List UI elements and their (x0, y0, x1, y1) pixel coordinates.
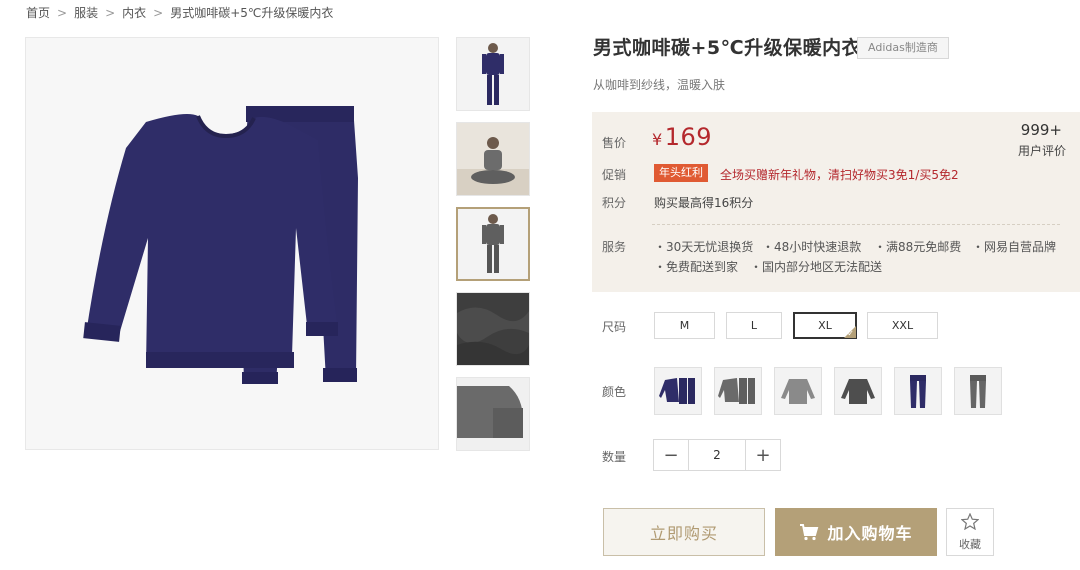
quantity-label: 数量 (602, 450, 627, 464)
price: ¥169 (652, 123, 712, 151)
price-box-divider (652, 224, 1060, 225)
breadcrumb-home[interactable]: 首页 (26, 4, 50, 21)
buy-now-button[interactable]: 立即购买 (603, 508, 765, 556)
product-subtitle: 从咖啡到纱线，温暖入肤 (593, 78, 726, 92)
favorite-label: 收藏 (959, 537, 981, 551)
model-sitting-icon (457, 123, 529, 195)
buy-now-label: 立即购买 (649, 524, 718, 543)
points-text: 购买最高得16积分 (654, 196, 754, 210)
quantity-input[interactable]: 2 (688, 440, 746, 470)
light-grey-top-icon (775, 368, 821, 414)
breadcrumb-underwear[interactable]: 内衣 (122, 4, 146, 21)
fabric-closeup-icon (457, 293, 529, 365)
size-option-l[interactable]: L (726, 312, 782, 339)
model-front-icon (457, 38, 529, 110)
chevron-right-icon: > (153, 5, 164, 20)
maker-badge[interactable]: Adidas制造商 (857, 37, 949, 59)
service-item: ・满88元免邮费 (874, 240, 962, 254)
main-product-image[interactable] (25, 37, 439, 450)
model-standing-icon (458, 209, 528, 279)
size-option-m[interactable]: M (654, 312, 715, 339)
size-option-xl[interactable]: XL ✓ (793, 312, 857, 339)
chevron-right-icon: > (57, 5, 68, 20)
breadcrumb-current: 男式咖啡碳+5℃升级保暖内衣 (170, 6, 334, 20)
navy-set-icon (655, 368, 701, 414)
review-count[interactable]: 999+ (1021, 121, 1062, 139)
service-item: ・网易自营品牌 (972, 240, 1057, 254)
currency-symbol: ¥ (652, 130, 663, 149)
color-option-navy-set[interactable] (654, 367, 702, 415)
size-option-xxl[interactable]: XXL (867, 312, 938, 339)
service-item: ・免费配送到家 (654, 260, 739, 274)
color-option-navy-pants[interactable] (894, 367, 942, 415)
star-icon (960, 512, 980, 534)
promo-text[interactable]: 全场买赠新年礼物，清扫好物买3免1/买5免2 (720, 166, 959, 183)
grey-set-icon (715, 368, 761, 414)
color-option-grey-set[interactable] (714, 367, 762, 415)
quantity-stepper: − 2 + (653, 439, 781, 471)
price-value: 169 (664, 123, 712, 151)
thumbnail-5[interactable] (456, 377, 530, 451)
navy-pants-icon (895, 368, 941, 414)
grey-pants-icon (955, 368, 1001, 414)
plus-button[interactable]: + (746, 440, 780, 470)
dark-grey-top-icon (835, 368, 881, 414)
thumbnail-2[interactable] (456, 122, 530, 196)
service-item: ・国内部分地区无法配送 (750, 260, 883, 274)
color-option-dark-grey-top[interactable] (834, 367, 882, 415)
thumbnail-1[interactable] (456, 37, 530, 111)
breadcrumb: 首页 > 服装 > 内衣 > 男式咖啡碳+5℃升级保暖内衣 (26, 4, 333, 21)
promo-tag: 年头红利 (654, 164, 708, 182)
minus-button[interactable]: − (654, 440, 688, 470)
chevron-right-icon: > (105, 5, 116, 20)
price-label: 售价 (602, 136, 627, 150)
service-label: 服务 (602, 240, 627, 254)
breadcrumb-clothing[interactable]: 服装 (74, 4, 98, 21)
size-label: 尺码 (602, 320, 627, 334)
add-to-cart-button[interactable]: 加入购物车 (775, 508, 937, 556)
review-label[interactable]: 用户评价 (1018, 142, 1066, 159)
thermal-set-illustration (83, 106, 358, 384)
shopping-cart-icon (799, 523, 819, 541)
color-option-grey-pants[interactable] (954, 367, 1002, 415)
service-item: ・48小时快速退款 (762, 240, 862, 254)
size-option-xl-label: XL (818, 319, 832, 332)
product-title: 男式咖啡碳+5℃升级保暖内衣 (593, 37, 862, 59)
service-item: ・30天无忧退换货 (654, 240, 754, 254)
add-to-cart-label: 加入购物车 (827, 524, 913, 543)
color-option-light-grey-top[interactable] (774, 367, 822, 415)
color-label: 颜色 (602, 385, 627, 399)
promo-label: 促销 (602, 168, 627, 182)
thumbnail-4[interactable] (456, 292, 530, 366)
cuff-detail-icon (457, 378, 529, 450)
points-label: 积分 (602, 196, 627, 210)
thumbnail-3[interactable] (456, 207, 530, 281)
check-icon: ✓ (847, 329, 854, 338)
favorite-button[interactable]: 收藏 (946, 508, 994, 556)
